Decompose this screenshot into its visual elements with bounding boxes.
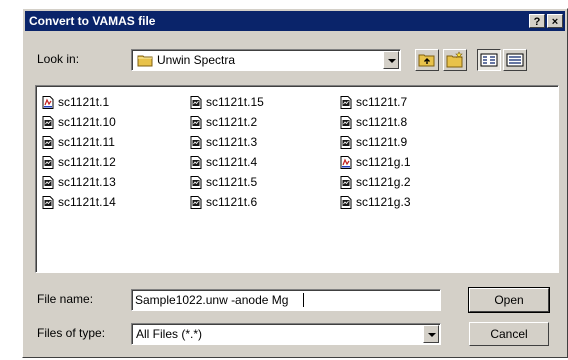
document-icon (190, 176, 202, 189)
text-caret (303, 293, 304, 307)
file-name: sc1121t.10 (58, 115, 116, 129)
lookin-combo[interactable]: Unwin Spectra (131, 49, 401, 71)
lookin-value: Unwin Spectra (157, 53, 236, 67)
file-name: sc1121t.9 (356, 135, 408, 149)
filename-label: File name: (37, 292, 93, 306)
list-view-button[interactable] (477, 49, 501, 71)
document-icon (42, 156, 54, 169)
lookin-dropdown-arrow[interactable] (383, 51, 399, 69)
lookin-label-text: Look in: (37, 52, 80, 66)
folder-icon (137, 55, 153, 67)
filename-input[interactable]: Sample1022.unw -anode Mg (131, 289, 441, 311)
file-name: sc1121g.1 (356, 155, 411, 169)
document-icon (42, 116, 54, 129)
up-folder-icon (418, 54, 435, 67)
close-button[interactable]: × (547, 14, 563, 28)
document-icon (340, 96, 352, 109)
document-icon (42, 196, 54, 209)
filename-label-text: File name: (37, 292, 94, 306)
file-name: sc1121g.3 (356, 195, 411, 209)
file-name: sc1121t.13 (58, 175, 116, 189)
filetype-dropdown-arrow[interactable] (423, 325, 439, 343)
cancel-button[interactable]: Cancel (469, 322, 549, 346)
document-icon (42, 176, 54, 189)
title-bar[interactable]: Convert to VAMAS file ? × (25, 11, 565, 31)
document-icon (340, 176, 352, 189)
convert-dialog: Convert to VAMAS file ? × Look in: Unwin… (22, 8, 568, 358)
file-name: sc1121t.12 (58, 155, 116, 169)
file-name: sc1121t.11 (58, 135, 115, 149)
filename-value: Sample1022.unw -anode Mg (135, 293, 289, 307)
filetype-value: All Files (*.*) (136, 327, 203, 341)
new-folder-icon (446, 51, 463, 68)
details-view-icon (506, 53, 524, 67)
lookin-label: Look in: (37, 52, 79, 66)
file-list[interactable]: sc1121t.1 sc1121t.10 sc1121t.11 sc1121t.12 s… (35, 85, 559, 273)
new-folder-button[interactable] (443, 49, 467, 71)
file-name: sc1121t.8 (356, 115, 408, 129)
list-view-icon (480, 53, 498, 67)
document-icon (340, 116, 352, 129)
file-name: sc1121t.5 (206, 175, 258, 189)
document-icon-vamas (42, 96, 54, 109)
document-icon (190, 116, 202, 129)
document-icon (190, 96, 202, 109)
file-name: sc1121t.7 (356, 95, 408, 109)
file-name: sc1121t.3 (206, 135, 258, 149)
file-name: sc1121t.1 (58, 95, 110, 109)
file-name: sc1121t.14 (58, 195, 116, 209)
help-button[interactable]: ? (529, 14, 545, 28)
up-folder-button[interactable] (415, 49, 439, 71)
file-name: sc1121t.15 (206, 95, 264, 109)
document-icon (190, 156, 202, 169)
document-icon (190, 196, 202, 209)
document-icon (340, 136, 352, 149)
file-name: sc1121t.6 (206, 195, 258, 209)
document-icon-vamas (340, 156, 352, 169)
file-name: sc1121t.2 (206, 115, 258, 129)
open-button[interactable]: Open (468, 287, 550, 313)
filetype-combo[interactable]: All Files (*.*) (131, 323, 441, 345)
document-icon (340, 196, 352, 209)
cancel-button-label: Cancel (490, 327, 528, 341)
file-name: sc1121t.4 (206, 155, 258, 169)
file-name: sc1121g.2 (356, 175, 411, 189)
filetype-label-text: Files of type: (37, 326, 106, 340)
document-icon (190, 136, 202, 149)
document-icon (42, 136, 54, 149)
filetype-label: Files of type: (37, 326, 105, 340)
dialog-title: Convert to VAMAS file (29, 14, 156, 28)
details-view-button[interactable] (503, 49, 527, 71)
open-button-label: Open (494, 293, 524, 307)
